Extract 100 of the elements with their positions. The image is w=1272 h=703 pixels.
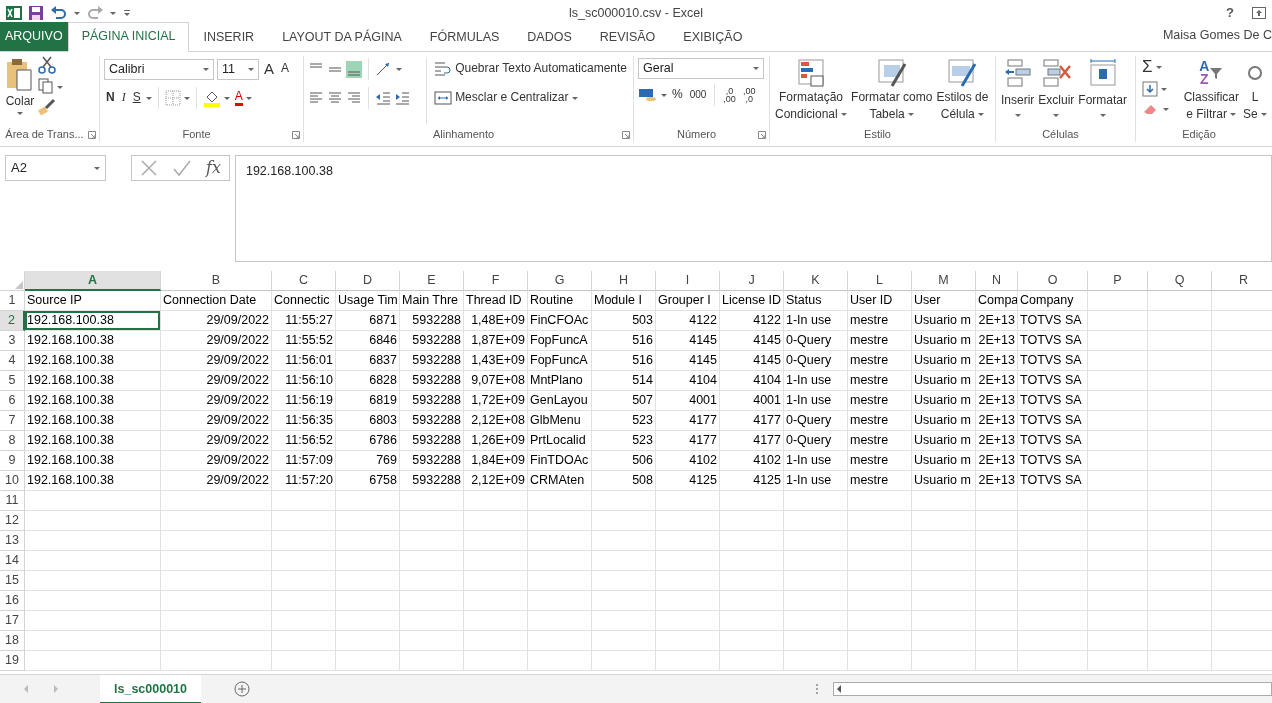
table-cell[interactable]: 192.168.100.38 xyxy=(25,411,161,431)
empty-cell[interactable] xyxy=(592,531,656,551)
column-header[interactable]: I xyxy=(656,271,720,291)
table-cell[interactable]: TOTVS SA xyxy=(1018,371,1088,391)
row-header[interactable]: 13 xyxy=(0,531,25,551)
table-cell[interactable]: License ID xyxy=(720,291,784,311)
table-cell[interactable]: Source IP xyxy=(25,291,161,311)
sheet-tab[interactable]: ls_sc000010 xyxy=(100,674,201,703)
empty-cell[interactable] xyxy=(976,651,1018,671)
ribbon-tab[interactable]: REVISÃO xyxy=(585,23,670,52)
empty-cell[interactable] xyxy=(656,611,720,631)
table-cell[interactable]: 11:56:52 xyxy=(272,431,336,451)
wrap-text-button[interactable]: Quebrar Texto Automaticamente xyxy=(432,56,629,82)
empty-cell[interactable] xyxy=(336,531,400,551)
empty-cell[interactable] xyxy=(592,611,656,631)
table-cell[interactable]: 2E+13 xyxy=(976,331,1018,351)
empty-cell[interactable] xyxy=(720,571,784,591)
empty-cell[interactable] xyxy=(400,591,464,611)
ribbon-tab[interactable]: DADOS xyxy=(513,23,586,52)
currency-icon[interactable] xyxy=(638,87,658,103)
table-cell[interactable]: 2,12E+09 xyxy=(464,471,528,491)
empty-cell[interactable] xyxy=(1148,511,1212,531)
empty-cell[interactable] xyxy=(1148,371,1212,391)
scissors-icon[interactable] xyxy=(38,56,56,74)
table-cell[interactable]: 192.168.100.38 xyxy=(25,451,161,471)
number-format-dropdown[interactable]: Geral xyxy=(638,58,764,79)
font-color-button[interactable]: A xyxy=(232,89,254,107)
column-header[interactable]: G xyxy=(528,271,592,291)
empty-cell[interactable] xyxy=(1088,451,1148,471)
empty-cell[interactable] xyxy=(336,571,400,591)
table-cell[interactable]: 4122 xyxy=(656,311,720,331)
table-cell[interactable]: Main Thre xyxy=(400,291,464,311)
empty-cell[interactable] xyxy=(1088,311,1148,331)
table-cell[interactable]: 4125 xyxy=(720,471,784,491)
empty-cell[interactable] xyxy=(1018,611,1088,631)
table-cell[interactable]: 6837 xyxy=(336,351,400,371)
empty-cell[interactable] xyxy=(161,631,272,651)
column-header[interactable]: J xyxy=(720,271,784,291)
table-cell[interactable]: 29/09/2022 xyxy=(161,391,272,411)
empty-cell[interactable] xyxy=(912,511,976,531)
table-cell[interactable]: 192.168.100.38 xyxy=(25,311,161,331)
table-cell[interactable]: 5932288 xyxy=(400,331,464,351)
column-header[interactable]: H xyxy=(592,271,656,291)
paste-button[interactable]: Colar xyxy=(4,56,36,126)
table-cell[interactable]: 6803 xyxy=(336,411,400,431)
empty-cell[interactable] xyxy=(848,491,912,511)
empty-cell[interactable] xyxy=(1018,651,1088,671)
table-cell[interactable]: 4001 xyxy=(656,391,720,411)
empty-cell[interactable] xyxy=(720,631,784,651)
table-cell[interactable]: 192.168.100.38 xyxy=(25,471,161,491)
empty-cell[interactable] xyxy=(976,551,1018,571)
table-cell[interactable]: 503 xyxy=(592,311,656,331)
table-cell[interactable]: CRMAten xyxy=(528,471,592,491)
table-cell[interactable]: 1,87E+09 xyxy=(464,331,528,351)
column-header[interactable]: K xyxy=(784,271,848,291)
table-cell[interactable]: FinCFOAc xyxy=(528,311,592,331)
table-cell[interactable]: 29/09/2022 xyxy=(161,451,272,471)
table-cell[interactable]: 2E+13 xyxy=(976,411,1018,431)
table-cell[interactable]: Usuario m xyxy=(912,411,976,431)
empty-cell[interactable] xyxy=(528,651,592,671)
empty-cell[interactable] xyxy=(1088,631,1148,651)
table-cell[interactable]: 2E+13 xyxy=(976,451,1018,471)
table-cell[interactable]: 5932288 xyxy=(400,311,464,331)
empty-cell[interactable] xyxy=(976,631,1018,651)
empty-cell[interactable] xyxy=(464,591,528,611)
empty-cell[interactable] xyxy=(784,531,848,551)
empty-cell[interactable] xyxy=(400,571,464,591)
table-cell[interactable]: 11:55:27 xyxy=(272,311,336,331)
table-cell[interactable]: 6786 xyxy=(336,431,400,451)
table-cell[interactable]: 11:56:01 xyxy=(272,351,336,371)
empty-cell[interactable] xyxy=(912,591,976,611)
table-cell[interactable]: 1,84E+09 xyxy=(464,451,528,471)
table-cell[interactable]: TOTVS SA xyxy=(1018,431,1088,451)
cells-menu-button[interactable]: Formatar xyxy=(1077,56,1129,126)
empty-cell[interactable] xyxy=(464,631,528,651)
add-sheet-icon[interactable] xyxy=(234,681,250,697)
column-header[interactable]: B xyxy=(161,271,272,291)
empty-cell[interactable] xyxy=(161,571,272,591)
empty-cell[interactable] xyxy=(656,551,720,571)
help-button[interactable]: ? xyxy=(1222,3,1238,23)
table-cell[interactable]: 523 xyxy=(592,411,656,431)
empty-cell[interactable] xyxy=(656,591,720,611)
empty-cell[interactable] xyxy=(592,631,656,651)
table-cell[interactable]: 2E+13 xyxy=(976,431,1018,451)
empty-cell[interactable] xyxy=(1148,531,1212,551)
empty-cell[interactable] xyxy=(1148,451,1212,471)
insert-function-button[interactable]: fx xyxy=(206,156,221,180)
table-cell[interactable]: Connectic xyxy=(272,291,336,311)
table-cell[interactable]: Grouper I xyxy=(656,291,720,311)
empty-cell[interactable] xyxy=(272,611,336,631)
empty-cell[interactable] xyxy=(464,531,528,551)
table-cell[interactable]: TOTVS SA xyxy=(1018,351,1088,371)
empty-cell[interactable] xyxy=(656,491,720,511)
empty-cell[interactable] xyxy=(464,651,528,671)
table-cell[interactable]: User xyxy=(912,291,976,311)
empty-cell[interactable] xyxy=(1088,611,1148,631)
empty-cell[interactable] xyxy=(1148,551,1212,571)
table-cell[interactable]: mestre xyxy=(848,451,912,471)
row-header[interactable]: 12 xyxy=(0,511,25,531)
table-cell[interactable]: 29/09/2022 xyxy=(161,331,272,351)
